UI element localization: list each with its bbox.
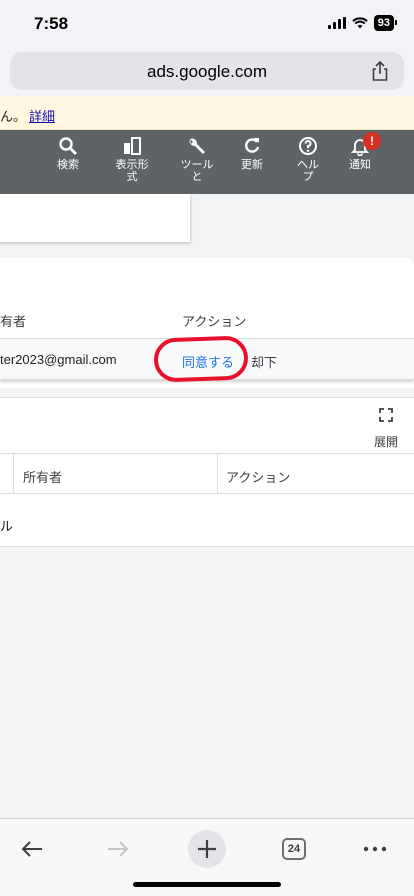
more-icon — [363, 846, 387, 852]
toolbar-refresh-button[interactable]: 更新 — [230, 136, 274, 171]
invitation-action-header: アクション — [182, 314, 247, 329]
home-indicator — [133, 882, 281, 887]
invitation-owner-header: 有者 — [0, 314, 27, 329]
column-divider — [217, 453, 218, 494]
reject-invitation-button[interactable]: 却下 — [251, 352, 277, 371]
status-time: 7:58 — [34, 14, 69, 33]
ads-toolbar: 検索 表示形式 ツールと 更新 ヘルプ ! 通知 — [0, 130, 414, 194]
browser-address-area: ads.google.com — [0, 48, 414, 96]
accept-invitation-button[interactable]: 同意する — [182, 352, 234, 371]
toolbar-help-label: ヘルプ — [297, 159, 319, 183]
fullscreen-icon — [379, 408, 393, 422]
table-action-header[interactable]: アクション — [226, 467, 290, 486]
toolbar-search-label: 検索 — [57, 159, 79, 171]
table-row-text: ル — [0, 519, 14, 534]
toolbar-view-button[interactable]: 表示形式 — [110, 136, 154, 183]
invitation-email: ter2023@gmail.com — [0, 352, 117, 367]
plus-icon — [188, 830, 226, 868]
tabs-button[interactable]: 24 — [274, 829, 314, 869]
layout-icon — [124, 137, 141, 155]
toolbar-help-button[interactable]: ヘルプ — [286, 136, 330, 183]
refresh-icon — [245, 138, 260, 153]
table-header-row — [0, 453, 414, 494]
expand-label: 展開 — [373, 435, 398, 449]
info-banner: ん。 詳細 — [0, 96, 414, 130]
banner-text: ん。 — [0, 109, 27, 124]
toolbar-tools-label: ツールと — [180, 159, 214, 183]
back-button[interactable] — [12, 829, 52, 869]
share-icon[interactable] — [370, 60, 390, 82]
partial-card — [0, 194, 190, 242]
expand-button[interactable]: 展開 — [370, 408, 402, 450]
toolbar-search-button[interactable]: 検索 — [46, 136, 90, 171]
forward-button[interactable] — [98, 829, 138, 869]
new-tab-button[interactable] — [187, 829, 227, 869]
battery-indicator: 93 — [373, 15, 398, 31]
back-arrow-icon — [21, 841, 42, 857]
toolbar-tools-button[interactable]: ツールと — [175, 136, 219, 183]
status-icons: 93 — [327, 15, 398, 31]
toolbar-refresh-label: 更新 — [241, 159, 263, 171]
signal-icon — [327, 17, 346, 29]
toolbar-notifications-label: 通知 — [349, 159, 371, 171]
toolbar-notifications-button[interactable]: ! 通知 — [338, 132, 382, 171]
tab-count: 24 — [282, 838, 306, 860]
forward-arrow-icon — [108, 841, 129, 857]
address-bar[interactable]: ads.google.com — [10, 52, 404, 90]
column-divider — [13, 453, 14, 494]
wrench-icon — [189, 138, 205, 154]
table-owner-header[interactable]: 所有者 — [23, 467, 62, 486]
help-icon — [299, 137, 317, 155]
toolbar-view-label: 表示形式 — [115, 159, 149, 183]
wifi-icon — [352, 17, 368, 29]
url-text[interactable]: ads.google.com — [10, 62, 404, 82]
notification-badge: ! — [363, 132, 381, 150]
status-bar: 7:58 93 — [0, 0, 414, 48]
more-button[interactable] — [355, 829, 395, 869]
banner-details-link[interactable]: 詳細 — [29, 106, 55, 125]
search-icon — [59, 137, 77, 155]
